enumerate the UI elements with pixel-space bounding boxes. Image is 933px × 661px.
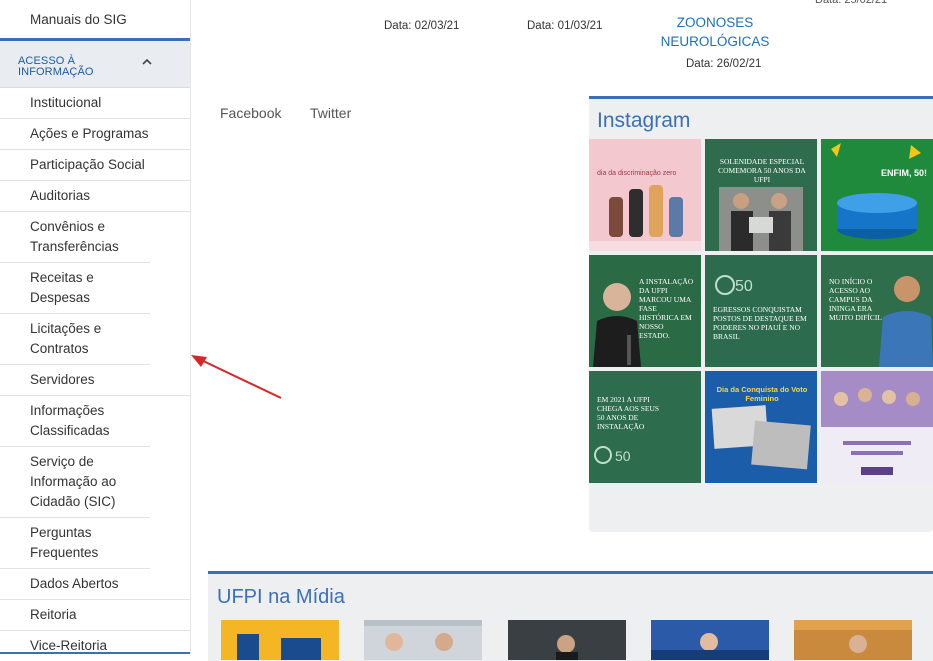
sidebar-item-convenios[interactable]: Convênios e Transferências — [0, 212, 150, 263]
sidebar-item-label: Perguntas Frequentes — [30, 525, 99, 560]
sidebar-item-participacao-social[interactable]: Participação Social — [0, 150, 190, 181]
midia-section: UFPI na Mídia — [208, 571, 933, 661]
sidebar-item-vice-reitoria[interactable]: Vice-Reitoria — [0, 631, 190, 654]
sidebar-item-perguntas[interactable]: Perguntas Frequentes — [0, 518, 150, 569]
instagram-widget: Instagram dia da discriminação zero Sole… — [589, 96, 933, 532]
interview-photo — [879, 276, 933, 367]
instagram-post[interactable]: A instalação da UFPI marcou uma fase his… — [589, 255, 701, 367]
speaker-photo — [593, 283, 641, 367]
instagram-title: Instagram — [597, 109, 691, 132]
sidebar-item-institucional[interactable]: Institucional — [0, 88, 190, 119]
news-date: Data: 26/02/21 — [686, 58, 762, 70]
sidebar-item-label: Auditorias — [30, 188, 91, 203]
sidebar-item-label: Receitas e Despesas — [30, 270, 94, 305]
video-thumbnail[interactable] — [221, 620, 339, 660]
facebook-link[interactable]: Facebook — [220, 105, 281, 121]
sidebar-item-label: Licitações e Contratos — [30, 321, 102, 356]
historic-photos — [711, 405, 811, 470]
annotation-arrow-icon — [191, 355, 282, 399]
instagram-post[interactable]: No início o acesso ao campus da Ininga e… — [821, 255, 933, 367]
sidebar-submenu: Institucional Ações e Programas Particip… — [0, 88, 190, 654]
sidebar-item-label: Institucional — [30, 95, 102, 110]
sidebar-item-label: Manuais do SIG — [30, 12, 127, 27]
sidebar-item-acoes-programas[interactable]: Ações e Programas — [0, 119, 190, 150]
sidebar-item-label: Serviço de Informação ao Cidadão (SIC) — [30, 454, 117, 509]
instagram-post[interactable]: Dia da Conquista do Voto Feminino — [705, 371, 817, 483]
anniversary-logo: 50 — [715, 275, 753, 295]
sidebar-item-sic[interactable]: Serviço de Informação ao Cidadão (SIC) — [0, 447, 150, 518]
video-thumbnail[interactable] — [794, 620, 912, 660]
thumbnail-graphic — [794, 620, 912, 653]
sidebar-item-label: Convênios e Transferências — [30, 219, 119, 254]
news-date: Data: 02/03/21 — [384, 20, 460, 32]
svg-text:50: 50 — [735, 278, 753, 295]
chevron-up-icon[interactable] — [140, 55, 154, 69]
thumbnail-graphic — [651, 633, 769, 660]
sidebar-item-label: Ações e Programas — [30, 126, 149, 141]
instagram-post[interactable]: Egressos conquistam postos de destaque e… — [705, 255, 817, 367]
sidebar-item-licitacoes[interactable]: Licitações e Contratos — [0, 314, 150, 365]
instagram-post[interactable]: ENFIM, 50! — [821, 139, 933, 251]
twitter-link[interactable]: Twitter — [310, 105, 351, 121]
thumbnail-graphic — [364, 620, 482, 651]
sidebar-item-label: Servidores — [30, 372, 95, 387]
sidebar-item-servidores[interactable]: Servidores — [0, 365, 190, 396]
instagram-post[interactable]: Em 2021 a UFPI chega aos seus 50 anos de… — [589, 371, 701, 483]
sidebar-item-label: Participação Social — [30, 157, 145, 172]
sidebar-item-label: Reitoria — [30, 607, 77, 622]
raised-fists-illustration — [589, 185, 701, 251]
cake-illustration — [831, 143, 921, 239]
video-thumbnail[interactable] — [364, 620, 482, 660]
thumbnail-graphic — [556, 635, 578, 660]
instagram-grid: dia da discriminação zero Solenidade esp… — [589, 139, 933, 483]
sidebar-item-informacoes-classificadas[interactable]: Informações Classificadas — [0, 396, 150, 447]
ceremony-photo — [719, 187, 803, 251]
sidebar-item-label: Informações Classificadas — [30, 403, 110, 438]
svg-text:50: 50 — [615, 448, 631, 464]
sidebar-item-label: Dados Abertos — [30, 576, 119, 591]
video-thumbnail[interactable] — [508, 620, 626, 660]
group-photo — [821, 371, 933, 483]
sidebar-item-label: Vice-Reitoria — [30, 638, 108, 653]
instagram-post[interactable] — [821, 371, 933, 483]
news-title-link[interactable]: ZOONOSES NEUROLÓGICAS — [645, 13, 785, 51]
news-date-cut: Data: 25/02/21 — [815, 0, 888, 6]
sidebar-item-auditorias[interactable]: Auditorias — [0, 181, 190, 212]
instagram-post[interactable]: dia da discriminação zero — [589, 139, 701, 251]
anniversary-logo: 50 — [594, 446, 631, 464]
sidebar-item-manuais[interactable]: Manuais do SIG — [0, 0, 190, 38]
news-date: Data: 01/03/21 — [527, 20, 603, 32]
section-header-label: ACESSO À INFORMAÇÃO — [18, 55, 94, 78]
video-thumbnail[interactable] — [651, 620, 769, 660]
instagram-post[interactable]: Solenidade especial comemora 50 anos da … — [705, 139, 817, 251]
sidebar-section-acesso-informacao[interactable]: ACESSO À INFORMAÇÃO — [0, 38, 190, 88]
sidebar: Manuais do SIG ACESSO À INFORMAÇÃO Insti… — [0, 0, 191, 654]
sidebar-item-receitas[interactable]: Receitas e Despesas — [0, 263, 150, 314]
midia-title: UFPI na Mídia — [217, 586, 345, 608]
sidebar-item-reitoria[interactable]: Reitoria — [0, 600, 190, 631]
sidebar-item-dados-abertos[interactable]: Dados Abertos — [0, 569, 190, 600]
thumbnail-graphic — [237, 634, 321, 660]
